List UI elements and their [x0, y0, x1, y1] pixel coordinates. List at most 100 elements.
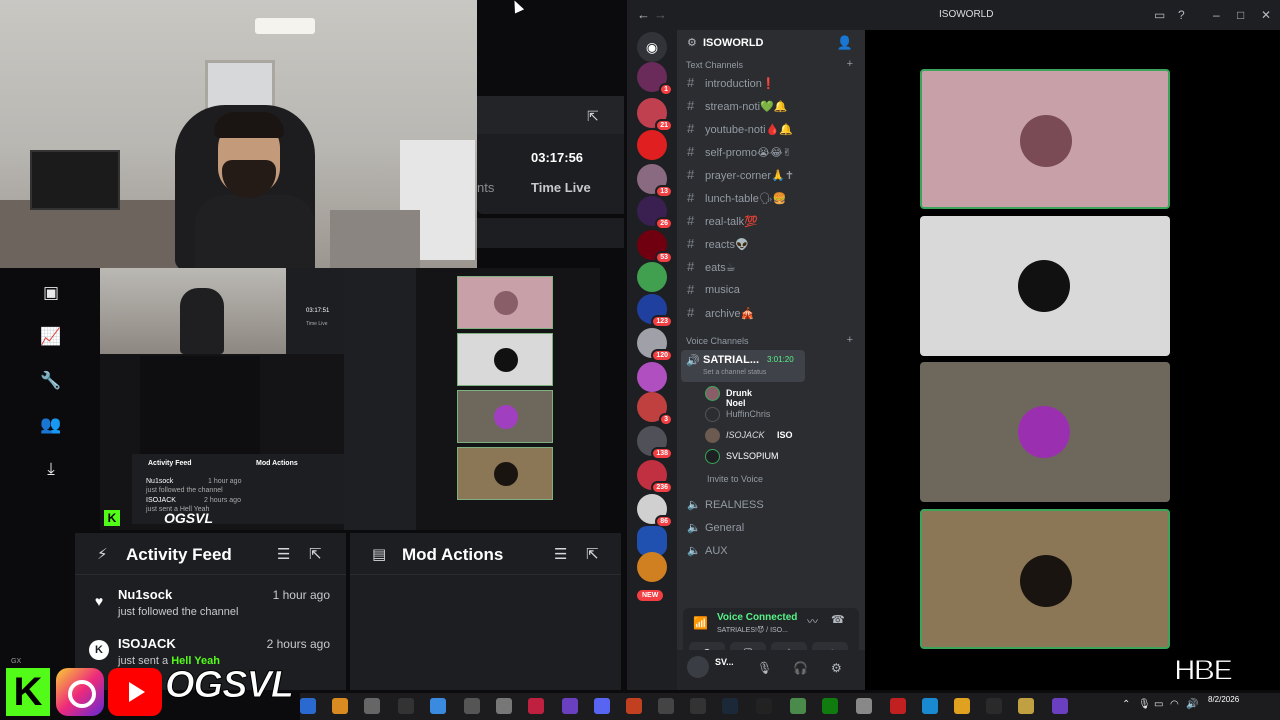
server-icon[interactable]: 53: [637, 230, 673, 264]
discord-taskbar-icon[interactable]: [594, 698, 610, 714]
file-explorer-icon[interactable]: [332, 698, 348, 714]
text-channels-category[interactable]: Text Channels: [686, 60, 743, 70]
headphones-icon[interactable]: 🎧: [793, 661, 808, 675]
users-icon[interactable]: 👥: [40, 414, 62, 436]
music-icon[interactable]: [398, 698, 414, 714]
server-icon[interactable]: [637, 552, 667, 582]
taskbar-app-icon[interactable]: [430, 698, 446, 714]
discord-home-icon[interactable]: ◉: [637, 32, 667, 62]
voice-connected-sub[interactable]: SATRIALES!😈 / ISO...: [717, 626, 788, 634]
channel-musica[interactable]: # musica: [685, 281, 860, 301]
download-icon[interactable]: ⤓: [40, 458, 62, 480]
apple-icon[interactable]: [856, 698, 872, 714]
add-member-icon[interactable]: 👤: [837, 35, 853, 51]
terminal-icon[interactable]: [986, 698, 1002, 714]
noise-suppression-icon[interactable]: 〰: [807, 613, 818, 629]
server-icon[interactable]: 123: [637, 294, 673, 328]
taskbar-app-icon[interactable]: [1052, 698, 1068, 714]
analytics-icon[interactable]: 📈: [40, 326, 62, 348]
user-name[interactable]: SV...: [715, 657, 734, 667]
channel-stream-noti[interactable]: # stream-noti💚🔔: [685, 97, 860, 117]
microphone-icon[interactable]: 🎙: [757, 661, 772, 675]
taskbar-app-icon[interactable]: [562, 698, 578, 714]
taskbar-app-icon[interactable]: [658, 698, 674, 714]
channel-lunch-table[interactable]: # lunch-table🗣🍔: [685, 189, 860, 209]
voice-channel[interactable]: 🔈 General: [685, 519, 860, 539]
server-icon[interactable]: [637, 130, 667, 160]
taskbar-app-icon[interactable]: [626, 698, 642, 714]
taskbar-app-icon[interactable]: [300, 698, 316, 714]
edge-icon[interactable]: [922, 698, 938, 714]
tools-icon[interactable]: 🔧: [40, 370, 62, 392]
invite-to-voice[interactable]: Invite to Voice: [707, 474, 763, 484]
server-icon[interactable]: 120: [637, 328, 673, 362]
obs-icon[interactable]: [690, 698, 706, 714]
taskbar-app-icon[interactable]: [890, 698, 906, 714]
inbox-icon[interactable]: ▭: [1154, 8, 1165, 22]
speedtest-icon[interactable]: [464, 698, 480, 714]
back-arrow-icon[interactable]: ←: [637, 7, 650, 22]
user-avatar[interactable]: [687, 656, 709, 678]
chevron-up-icon[interactable]: ⌃: [1122, 699, 1130, 710]
help-icon[interactable]: ?: [1178, 8, 1185, 22]
maximize-icon[interactable]: □: [1237, 8, 1244, 22]
voice-channel[interactable]: 🔈 REALNESS: [685, 496, 860, 516]
participant-tile[interactable]: [920, 509, 1170, 649]
server-icon[interactable]: 138: [637, 426, 673, 460]
nested-streamer: [180, 288, 224, 354]
server-icon[interactable]: 86: [637, 494, 673, 528]
voice-channels-category[interactable]: Voice Channels: [686, 336, 749, 346]
channel-eats[interactable]: # eats☕: [685, 258, 860, 278]
network-icon[interactable]: ▭: [1154, 699, 1163, 710]
popout-icon[interactable]: ⇱: [587, 108, 599, 125]
channel-real-talk[interactable]: # real-talk💯: [685, 212, 860, 232]
server-icon[interactable]: 1: [637, 62, 673, 96]
voice-channel[interactable]: 🔈 AUX: [685, 542, 860, 562]
server-icon[interactable]: 3: [637, 392, 673, 426]
popout-icon[interactable]: ⇱: [309, 545, 322, 563]
channel-self-promo[interactable]: # self-promo😭😂✌: [685, 143, 860, 163]
settings-gear-icon[interactable]: ⚙: [831, 661, 842, 675]
stats-truncated-label: nts: [477, 180, 495, 195]
feed-item[interactable]: ♥ Nu1sock 1 hour ago just followed the c…: [75, 585, 346, 633]
taskbar-app-icon[interactable]: [1018, 698, 1034, 714]
filter-icon[interactable]: ☰: [554, 545, 567, 563]
taskbar-app-icon[interactable]: [364, 698, 380, 714]
server-icon[interactable]: [637, 262, 667, 292]
taskbar-app-icon[interactable]: [954, 698, 970, 714]
add-voice-channel-icon[interactable]: +: [847, 334, 853, 346]
minimize-icon[interactable]: –: [1213, 8, 1220, 22]
server-icon[interactable]: 26: [637, 196, 673, 230]
add-channel-icon[interactable]: +: [847, 58, 853, 70]
channel-youtube-noti[interactable]: # youtube-noti🩸🔔: [685, 120, 860, 140]
server-icon[interactable]: 21: [637, 98, 673, 132]
channel-prayer-corner[interactable]: # prayer-corner🙏✝: [685, 166, 860, 186]
taskbar-app-icon[interactable]: [496, 698, 512, 714]
disconnect-icon[interactable]: ☎: [831, 613, 845, 626]
forward-arrow-icon[interactable]: →: [654, 7, 667, 22]
steam-icon[interactable]: [722, 698, 738, 714]
server-icon[interactable]: [637, 362, 667, 392]
active-voice-channel[interactable]: 🔊 SATRIAL... 3:01:20 Set a channel statu…: [681, 350, 805, 382]
channel-status[interactable]: Set a channel status: [703, 369, 766, 376]
layout-icon[interactable]: ▣: [40, 282, 62, 304]
taskbar-app-icon[interactable]: [790, 698, 806, 714]
channel-reacts[interactable]: # reacts👽: [685, 235, 860, 255]
channel-archive[interactable]: # archive🎪: [685, 304, 860, 324]
server-header[interactable]: ⚙ ISOWORLD 👤: [677, 30, 865, 56]
filter-icon[interactable]: ☰: [277, 545, 290, 563]
taskbar-app-icon[interactable]: [528, 698, 544, 714]
popout-icon[interactable]: ⇱: [586, 545, 599, 563]
participant-tile[interactable]: [920, 362, 1170, 502]
participant-tile[interactable]: [920, 69, 1170, 209]
nested-avatar: [494, 462, 518, 486]
server-icon[interactable]: 13: [637, 164, 673, 198]
microphone-icon[interactable]: 🎙: [1138, 699, 1151, 710]
channel-label: introduction❗: [705, 78, 776, 90]
close-icon[interactable]: ✕: [1261, 8, 1271, 22]
channel-introduction[interactable]: # introduction❗: [685, 74, 860, 94]
epic-games-icon[interactable]: [756, 698, 772, 714]
xbox-icon[interactable]: [822, 698, 838, 714]
participant-tile[interactable]: [920, 216, 1170, 356]
server-icon[interactable]: 236: [637, 460, 673, 494]
